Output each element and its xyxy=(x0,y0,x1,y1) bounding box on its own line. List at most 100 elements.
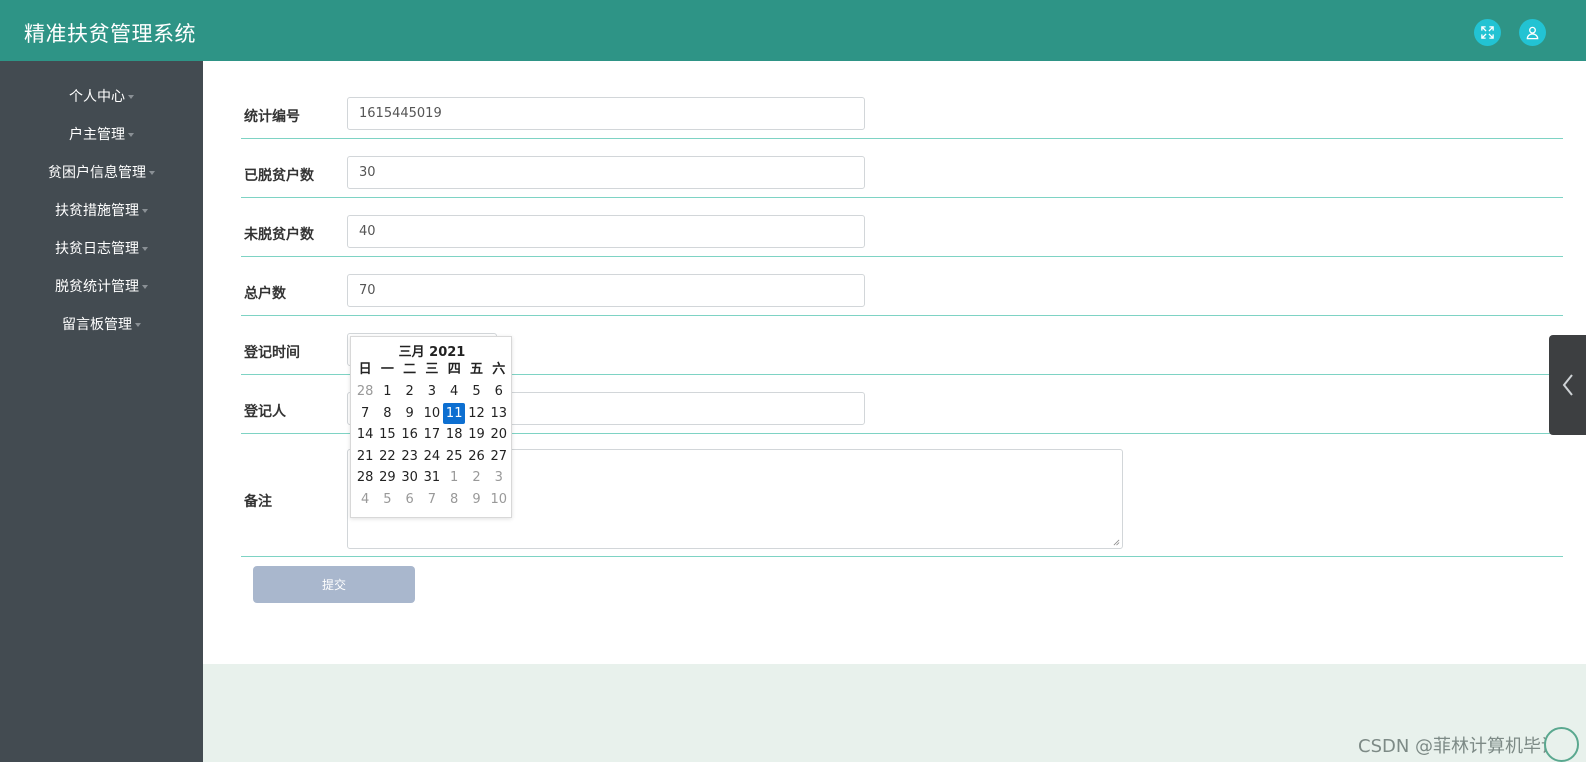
datepicker-week: 21 22 23 24 25 26 27 xyxy=(354,446,510,467)
calendar-day[interactable]: 15 xyxy=(376,424,398,445)
calendar-day[interactable]: 4 xyxy=(443,381,465,402)
caret-down-icon xyxy=(128,133,134,137)
calendar-day[interactable]: 26 xyxy=(465,446,487,467)
calendar-day[interactable]: 29 xyxy=(376,467,398,488)
watermark: CSDN @菲林计算机毕设 xyxy=(1358,736,1560,757)
calendar-day[interactable]: 28 xyxy=(354,381,376,402)
calendar-day[interactable]: 19 xyxy=(465,424,487,445)
calendar-day[interactable]: 4 xyxy=(354,489,376,510)
sidebar-item-label: 贫困户信息管理 xyxy=(48,165,146,181)
datepicker-week: 7 8 9 10 11 12 13 xyxy=(354,402,510,424)
form-row-unlifted-count: 未脱贫户数 40 xyxy=(241,215,1563,257)
calendar-day[interactable]: 6 xyxy=(399,489,421,510)
caret-down-icon xyxy=(135,323,141,327)
calendar-day[interactable]: 1 xyxy=(443,467,465,488)
calendar-day[interactable]: 16 xyxy=(399,424,421,445)
calendar-day[interactable]: 22 xyxy=(376,446,398,467)
datepicker-weekday-row: 日 一 二 三 四 五 六 xyxy=(354,359,510,380)
datepicker-week: 4 5 6 7 8 9 10 xyxy=(354,489,510,510)
calendar-day[interactable]: 9 xyxy=(465,489,487,510)
sidebar-item-poor-household-info[interactable]: 贫困户信息管理 xyxy=(0,153,203,191)
sidebar-item-measures[interactable]: 扶贫措施管理 xyxy=(0,191,203,229)
app-title: 精准扶贫管理系统 xyxy=(24,22,196,46)
calendar-day[interactable]: 2 xyxy=(465,467,487,488)
calendar-day[interactable]: 1 xyxy=(376,381,398,402)
calendar-day[interactable]: 9 xyxy=(399,403,421,424)
calendar-day[interactable]: 12 xyxy=(465,403,487,424)
calendar-day[interactable]: 2 xyxy=(399,381,421,402)
sidebar-item-householder[interactable]: 户主管理 xyxy=(0,115,203,153)
calendar-day[interactable]: 6 xyxy=(488,381,510,402)
field-label: 未脱贫户数 xyxy=(244,227,314,243)
corner-badge-icon[interactable] xyxy=(1544,727,1579,762)
calendar-day[interactable]: 7 xyxy=(354,403,376,424)
weekday-label: 三 xyxy=(425,362,439,377)
calendar-day[interactable]: 24 xyxy=(421,446,443,467)
sidebar-item-label: 扶贫日志管理 xyxy=(55,241,139,257)
calendar-day[interactable]: 7 xyxy=(421,489,443,510)
sidebar-item-statistics[interactable]: 脱贫统计管理 xyxy=(0,267,203,305)
user-icon[interactable] xyxy=(1519,19,1546,46)
caret-down-icon xyxy=(142,247,148,251)
weekday-label: 一 xyxy=(380,362,394,377)
datepicker-month-title[interactable]: 三月 2021 xyxy=(351,341,513,360)
calendar-day[interactable]: 5 xyxy=(465,381,487,402)
sidebar-item-message-board[interactable]: 留言板管理 xyxy=(0,305,203,343)
chevron-left-icon xyxy=(1562,374,1573,396)
weekday-label: 四 xyxy=(447,362,461,377)
field-label: 备注 xyxy=(244,494,272,510)
sidebar: 个人中心 户主管理 贫困户信息管理 扶贫措施管理 扶贫日志管理 脱贫统计管理 留… xyxy=(0,61,203,762)
total-count-input[interactable]: 70 xyxy=(347,274,865,307)
form-row-total-count: 总户数 70 xyxy=(241,274,1563,316)
sidebar-item-label: 扶贫措施管理 xyxy=(55,203,139,219)
top-bar: 精准扶贫管理系统 xyxy=(0,0,1586,61)
datepicker-week: 14 15 16 17 18 19 20 xyxy=(354,424,510,445)
weekday-label: 日 xyxy=(358,362,372,377)
field-label: 登记人 xyxy=(244,404,286,420)
submit-button[interactable]: 提交 xyxy=(253,566,415,603)
calendar-day[interactable]: 8 xyxy=(443,489,465,510)
calendar-day[interactable]: 13 xyxy=(488,403,510,424)
calendar-day[interactable]: 21 xyxy=(354,446,376,467)
calendar-day[interactable]: 28 xyxy=(354,467,376,488)
side-panel-toggle[interactable] xyxy=(1549,335,1586,435)
weekday-label: 五 xyxy=(469,362,483,377)
weekday-label: 二 xyxy=(403,362,417,377)
stat-id-input[interactable]: 1615445019 xyxy=(347,97,865,130)
sidebar-item-personal-center[interactable]: 个人中心 xyxy=(0,77,203,115)
sidebar-item-logs[interactable]: 扶贫日志管理 xyxy=(0,229,203,267)
resize-grip-icon[interactable] xyxy=(1113,539,1120,546)
weekday-label: 六 xyxy=(492,362,506,377)
calendar-day[interactable]: 8 xyxy=(376,403,398,424)
calendar-day-selected[interactable]: 11 xyxy=(443,402,466,424)
sidebar-item-label: 个人中心 xyxy=(69,89,125,105)
calendar-day[interactable]: 3 xyxy=(421,381,443,402)
field-label: 统计编号 xyxy=(244,109,300,125)
form-row-stat-id: 统计编号 1615445019 xyxy=(241,97,1563,139)
field-label: 登记时间 xyxy=(244,345,300,361)
calendar-day[interactable]: 31 xyxy=(421,467,443,488)
calendar-day[interactable]: 5 xyxy=(376,489,398,510)
calendar-day[interactable]: 25 xyxy=(443,446,465,467)
calendar-day[interactable]: 14 xyxy=(354,424,376,445)
datepicker-week: 28 1 2 3 4 5 6 xyxy=(354,381,510,402)
fullscreen-icon[interactable] xyxy=(1474,19,1501,46)
calendar-day[interactable]: 10 xyxy=(488,489,510,510)
calendar-day[interactable]: 30 xyxy=(399,467,421,488)
calendar-day[interactable]: 27 xyxy=(488,446,510,467)
sidebar-item-label: 脱贫统计管理 xyxy=(55,279,139,295)
unlifted-count-input[interactable]: 40 xyxy=(347,215,865,248)
caret-down-icon xyxy=(149,171,155,175)
calendar-day[interactable]: 20 xyxy=(488,424,510,445)
calendar-day[interactable]: 18 xyxy=(443,424,465,445)
form-row-lifted-count: 已脱贫户数 30 xyxy=(241,156,1563,198)
calendar-day[interactable]: 10 xyxy=(421,403,443,424)
calendar-day[interactable]: 17 xyxy=(421,424,443,445)
calendar-day[interactable]: 23 xyxy=(399,446,421,467)
lifted-count-input[interactable]: 30 xyxy=(347,156,865,189)
datepicker-popup: 三月 2021 日 一 二 三 四 五 六 28 1 2 3 4 5 6 7 8… xyxy=(350,336,512,518)
caret-down-icon xyxy=(142,209,148,213)
calendar-day[interactable]: 3 xyxy=(488,467,510,488)
sidebar-item-label: 留言板管理 xyxy=(62,317,132,333)
datepicker-week: 28 29 30 31 1 2 3 xyxy=(354,467,510,488)
